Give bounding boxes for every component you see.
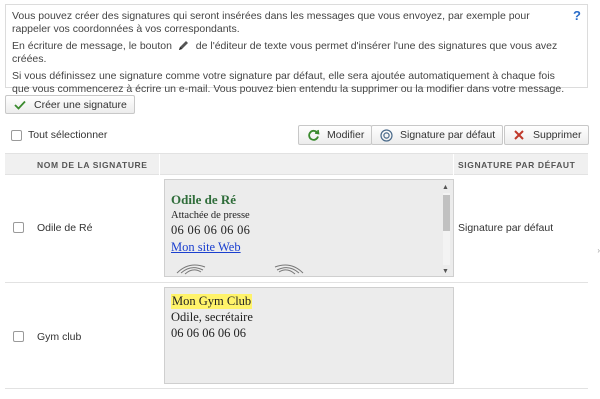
default-indicator: Signature par défaut [458,222,554,234]
column-divider [453,154,454,176]
preview-scrollbar[interactable]: ▲ ▼ [442,183,451,275]
preview-phone: 06 06 06 06 06 [171,223,251,237]
scroll-down-icon[interactable]: ▼ [442,267,449,275]
info-line-2: En écriture de message, le bouton de l'é… [12,40,569,66]
select-all-label: Tout sélectionner [28,129,108,141]
close-icon [512,128,526,142]
signature-preview: Odile de Ré Attachée de presse 06 06 06 … [164,179,454,277]
table-header: NOM DE LA SIGNATURE SIGNATURE PAR DÉFAUT [5,153,588,176]
signature-name: Gym club [37,331,82,343]
create-signature-label: Créer une signature [34,98,127,111]
info-line-1: Vous pouvez créer des signatures qui ser… [12,10,530,35]
row-checkbox[interactable] [13,222,24,233]
modify-button[interactable]: Modifier [298,125,373,145]
scroll-up-icon[interactable]: ▲ [442,183,449,191]
table-row[interactable]: Odile de Ré Odile de Ré Attachée de pres… [5,175,588,283]
preview-subtitle: Attachée de presse [171,210,250,221]
info-box: ? Vous pouvez créer des signatures qui s… [5,4,588,95]
column-divider [159,154,160,176]
default-target-icon [379,128,393,142]
create-signature-button[interactable]: Créer une signature [5,95,135,114]
row-checkbox[interactable] [13,331,24,342]
delete-label: Supprimer [533,129,582,141]
preview-link[interactable]: Mon site Web [171,240,241,255]
pen-icon [177,40,191,51]
info-line-3: Si vous définissez une signature comme v… [12,70,565,95]
help-icon[interactable]: ? [573,9,581,22]
preview-title: Mon Gym Club [171,294,253,309]
select-all-checkbox[interactable] [11,129,22,141]
table-row[interactable]: Gym club Mon Gym Club Odile, secrétaire … [5,283,588,389]
refresh-icon [306,128,320,142]
select-all[interactable]: Tout sélectionner [11,129,107,141]
default-signature-label: Signature par défaut [400,129,496,141]
column-header-default: SIGNATURE PAR DÉFAUT [458,160,576,170]
preview-title: Odile de Ré [171,192,236,207]
signature-name: Odile de Ré [37,222,93,234]
default-signature-button[interactable]: Signature par défaut [371,125,504,145]
wings-logo [175,261,447,276]
column-header-name: NOM DE LA SIGNATURE [37,160,148,170]
signature-preview: Mon Gym Club Odile, secrétaire 06 06 06 … [164,287,454,384]
preview-subtitle: Odile, secrétaire [171,310,253,324]
checkmark-icon [13,98,27,112]
info-line-2-start: En écriture de message, le bouton [12,40,172,52]
modify-label: Modifier [327,129,365,141]
delete-button[interactable]: Supprimer [504,125,590,145]
preview-phone: 06 06 06 06 06 [171,326,246,340]
scroll-thumb[interactable] [443,195,450,231]
